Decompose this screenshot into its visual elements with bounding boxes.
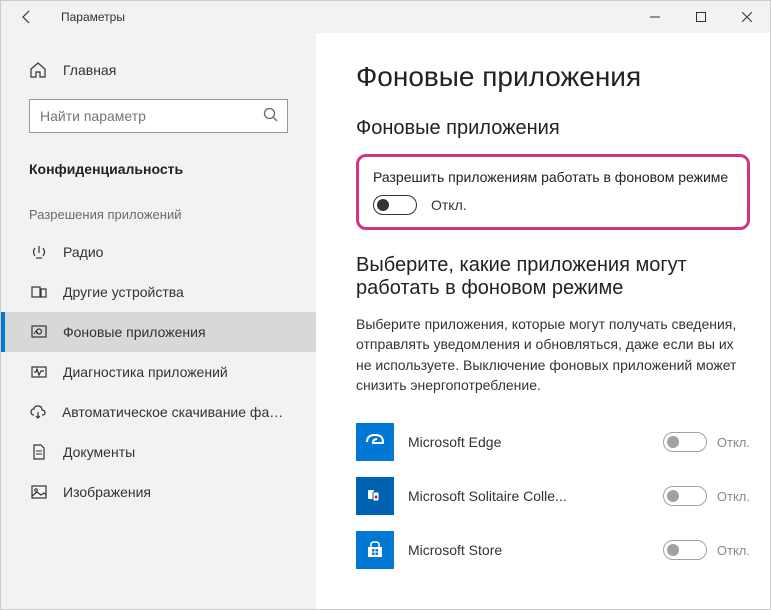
home-label: Главная	[63, 62, 116, 78]
app-row: ♦ Microsoft Solitaire Colle... Откл.	[356, 469, 750, 523]
body: Главная Конфиденциальность Разрешения пр…	[1, 33, 770, 609]
background-apps-icon	[29, 323, 49, 341]
app-toggle[interactable]	[663, 540, 707, 560]
app-toggle-state: Откл.	[717, 489, 750, 504]
close-button[interactable]	[724, 1, 770, 33]
choose-apps-title: Выберите, какие приложения могут работат…	[356, 254, 750, 300]
sidebar-item-label: Радио	[63, 244, 103, 260]
devices-icon	[29, 283, 49, 301]
window-title: Параметры	[61, 10, 125, 24]
app-row: Microsoft Store Откл.	[356, 523, 750, 577]
app-toggle-state: Откл.	[717, 435, 750, 450]
sidebar-item-auto-download[interactable]: Автоматическое скачивание файлов	[1, 392, 316, 432]
radio-icon	[29, 243, 49, 261]
minimize-icon	[650, 12, 660, 22]
toggle-knob	[667, 436, 679, 448]
toggle-knob	[377, 199, 389, 211]
app-toggle-group: Откл.	[663, 486, 750, 506]
sidebar-item-label: Изображения	[63, 484, 151, 500]
diagnostics-icon	[29, 363, 49, 381]
documents-icon	[29, 443, 49, 461]
back-button[interactable]	[13, 3, 41, 31]
app-row: Microsoft Edge Откл.	[356, 415, 750, 469]
description-text: Выберите приложения, которые могут получ…	[356, 314, 750, 395]
close-icon	[742, 12, 752, 22]
svg-text:♦: ♦	[374, 494, 378, 501]
settings-window: Параметры Главная Конфиденциальность Раз…	[0, 0, 771, 610]
section-label: Разрешения приложений	[1, 201, 316, 232]
permission-label: Разрешить приложениям работать в фоновом…	[373, 169, 733, 185]
sidebar-item-other-devices[interactable]: Другие устройства	[1, 272, 316, 312]
search-icon	[262, 106, 280, 124]
section-title: Фоновые приложения	[356, 117, 750, 140]
page-title: Фоновые приложения	[356, 61, 750, 93]
highlight-box: Разрешить приложениям работать в фоновом…	[356, 154, 750, 230]
maximize-icon	[696, 12, 706, 22]
pictures-icon	[29, 483, 49, 501]
search-box[interactable]	[29, 99, 288, 133]
app-toggle-group: Откл.	[663, 540, 750, 560]
sidebar-item-pictures[interactable]: Изображения	[1, 472, 316, 512]
category-label: Конфиденциальность	[1, 151, 316, 201]
sidebar: Главная Конфиденциальность Разрешения пр…	[1, 33, 316, 609]
sidebar-item-label: Документы	[63, 444, 135, 460]
store-icon	[356, 531, 394, 569]
maximize-button[interactable]	[678, 1, 724, 33]
solitaire-icon: ♦	[356, 477, 394, 515]
sidebar-item-label: Фоновые приложения	[63, 324, 206, 340]
sidebar-item-label: Диагностика приложений	[63, 364, 228, 380]
window-buttons	[632, 1, 770, 33]
sidebar-item-background-apps[interactable]: Фоновые приложения	[1, 312, 316, 352]
master-toggle-state: Откл.	[431, 197, 467, 213]
home-icon	[29, 61, 49, 79]
sidebar-item-diagnostics[interactable]: Диагностика приложений	[1, 352, 316, 392]
sidebar-item-label: Автоматическое скачивание файлов	[62, 404, 288, 420]
sidebar-item-documents[interactable]: Документы	[1, 432, 316, 472]
home-link[interactable]: Главная	[1, 53, 316, 87]
arrow-left-icon	[19, 9, 35, 25]
cloud-download-icon	[29, 403, 48, 421]
app-name: Microsoft Solitaire Colle...	[408, 488, 649, 504]
master-toggle-row: Откл.	[373, 195, 733, 215]
master-toggle[interactable]	[373, 195, 417, 215]
sidebar-item-radio[interactable]: Радио	[1, 232, 316, 272]
toggle-knob	[667, 490, 679, 502]
content-area: Фоновые приложения Фоновые приложения Ра…	[316, 33, 770, 609]
app-name: Microsoft Store	[408, 542, 649, 558]
search-input[interactable]	[29, 99, 288, 133]
toggle-knob	[667, 544, 679, 556]
sidebar-item-label: Другие устройства	[63, 284, 184, 300]
minimize-button[interactable]	[632, 1, 678, 33]
app-toggle[interactable]	[663, 432, 707, 452]
app-name: Microsoft Edge	[408, 434, 649, 450]
app-toggle[interactable]	[663, 486, 707, 506]
titlebar: Параметры	[1, 1, 770, 33]
edge-icon	[356, 423, 394, 461]
app-toggle-state: Откл.	[717, 543, 750, 558]
app-toggle-group: Откл.	[663, 432, 750, 452]
